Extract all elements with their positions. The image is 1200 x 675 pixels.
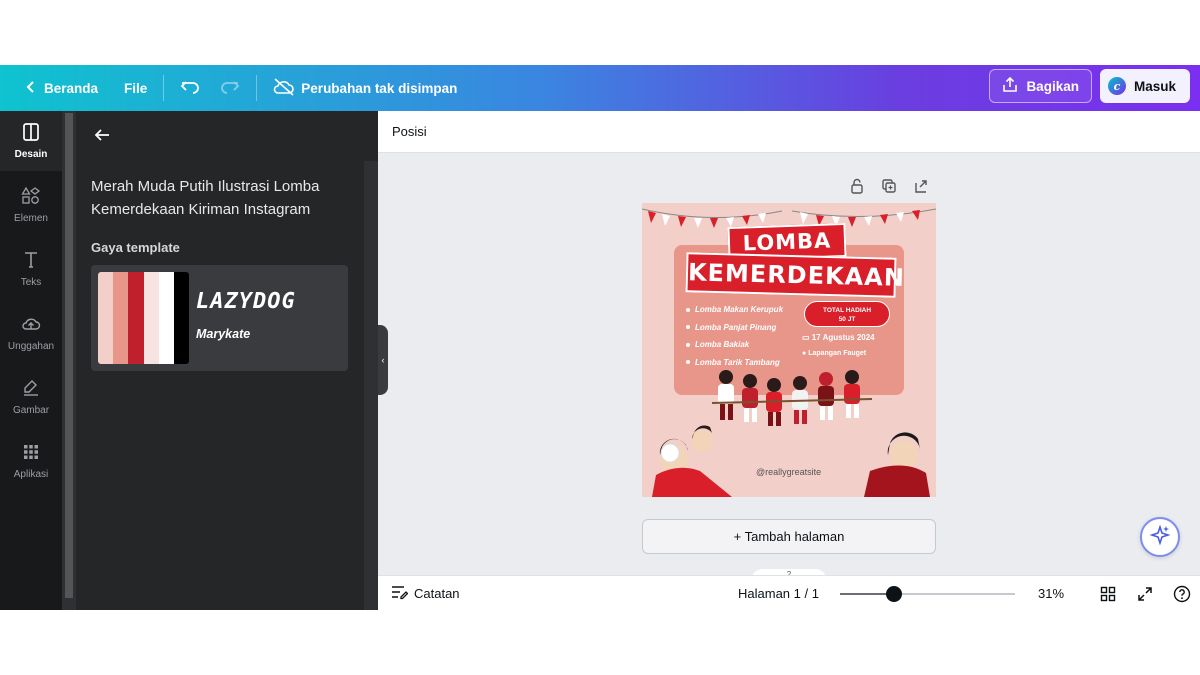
grid-view-icon[interactable] xyxy=(1098,584,1118,604)
page-counter[interactable]: Halaman 1 / 1 xyxy=(738,586,819,601)
notes-button[interactable]: Catatan xyxy=(390,584,460,603)
top-bar: Beranda File Perubahan tak disimpan Bagi… xyxy=(0,65,1200,111)
save-status-text: Perubahan tak disimpan xyxy=(301,80,458,96)
lock-icon[interactable] xyxy=(848,177,866,195)
chevron-left-icon: ‹ xyxy=(381,355,385,365)
home-label: Beranda xyxy=(44,80,99,96)
fullscreen-icon[interactable] xyxy=(1135,584,1155,604)
template-style-card[interactable]: LAZYDOG Marykate xyxy=(91,265,348,371)
swatch xyxy=(128,272,144,364)
rail-item-text[interactable]: Teks xyxy=(0,239,62,299)
share-button[interactable]: Bagikan xyxy=(989,69,1092,103)
back-arrow-icon[interactable] xyxy=(92,125,112,145)
top-bar-actions: Bagikan c Masuk xyxy=(989,69,1190,103)
zoom-slider[interactable] xyxy=(840,586,1015,602)
panel-scrollbar-right[interactable] xyxy=(364,161,378,610)
zoom-level[interactable]: 31% xyxy=(1038,586,1064,601)
home-button[interactable]: Beranda xyxy=(14,72,108,104)
apps-grid-icon xyxy=(21,442,41,465)
event-date-text: 17 Agustus 2024 xyxy=(811,333,875,342)
swatch xyxy=(143,272,159,364)
shapes-icon xyxy=(21,186,41,209)
share-icon xyxy=(1002,76,1018,96)
add-page-button[interactable]: + Tambah halaman xyxy=(642,519,936,554)
rail-label: Teks xyxy=(20,277,42,288)
login-label: Masuk xyxy=(1133,78,1176,94)
rail-label: Aplikasi xyxy=(13,469,49,480)
file-label: File xyxy=(124,80,148,96)
list-item: Lomba Makan Kerupuk xyxy=(686,301,783,319)
design-title-line2: KEMERDEKAAN xyxy=(685,252,905,298)
notes-label: Catatan xyxy=(414,586,460,601)
cloud-upload-icon xyxy=(21,314,41,337)
help-icon[interactable] xyxy=(1172,584,1192,604)
chevron-left-icon xyxy=(24,80,38,97)
list-item: Lomba Panjat Pinang xyxy=(686,319,783,337)
context-toolbar: Posisi xyxy=(378,111,1200,153)
redo-button[interactable] xyxy=(210,72,250,104)
draw-icon xyxy=(21,378,41,401)
rail-label: Desain xyxy=(14,149,48,160)
notes-icon xyxy=(390,584,409,603)
event-date: ▭ 17 Agustus 2024 xyxy=(802,333,875,342)
undo-icon xyxy=(180,77,200,100)
view-controls xyxy=(1098,584,1192,604)
rail-label: Elemen xyxy=(14,213,48,224)
sparkle-icon xyxy=(1149,523,1171,551)
rail-item-draw[interactable]: Gambar xyxy=(0,367,62,427)
login-button[interactable]: c Masuk xyxy=(1099,69,1190,103)
design-panel: Merah Muda Putih Ilustrasi Lomba Kemerde… xyxy=(62,111,378,610)
page-tools xyxy=(848,177,930,195)
event-location: ● Lapangan Fauget xyxy=(802,350,867,357)
layout-icon xyxy=(21,122,41,145)
rail-item-uploads[interactable]: Unggahan xyxy=(0,303,62,363)
side-rail: Desain Elemen Teks Unggahan Gambar Aplik… xyxy=(0,111,62,610)
cloud-off-icon xyxy=(273,77,295,99)
text-icon xyxy=(21,250,41,273)
template-title: Merah Muda Putih Ilustrasi Lomba Kemerde… xyxy=(91,178,320,218)
magic-assistant-button[interactable] xyxy=(1140,517,1180,557)
rail-item-elements[interactable]: Elemen xyxy=(0,175,62,235)
competition-list: Lomba Makan Kerupuk Lomba Panjat Pinang … xyxy=(686,301,783,371)
color-palette xyxy=(98,272,189,364)
swatch xyxy=(158,272,174,364)
design-page[interactable]: LOMBA KEMERDEKAAN Lomba Makan Kerupuk Lo… xyxy=(642,203,936,497)
style-font-main: LAZYDOG xyxy=(196,289,296,314)
canva-editor: Beranda File Perubahan tak disimpan Bagi… xyxy=(0,65,1200,610)
file-menu[interactable]: File xyxy=(114,72,157,104)
duplicate-icon[interactable] xyxy=(880,177,898,195)
style-font-sub: Marykate xyxy=(196,327,251,341)
canva-logo-icon: c xyxy=(1107,77,1126,95)
bottom-bar: Catatan Halaman 1 / 1 31% xyxy=(378,575,1200,610)
swatch xyxy=(113,272,129,364)
template-style-heading: Gaya template xyxy=(91,240,180,255)
rail-label: Unggahan xyxy=(7,341,55,352)
collapse-panel-handle[interactable]: ‹ xyxy=(378,325,388,395)
prize-label: TOTAL HADIAH xyxy=(822,307,872,314)
add-page-icon[interactable] xyxy=(912,177,930,195)
rail-label: Gambar xyxy=(12,405,50,416)
redo-icon xyxy=(220,77,240,100)
list-item: Lomba Bakiak xyxy=(686,336,783,354)
swatch xyxy=(173,272,189,364)
event-location-text: Lapangan Fauget xyxy=(808,350,867,357)
rail-item-design[interactable]: Desain xyxy=(0,111,62,171)
divider xyxy=(256,75,258,101)
panel-scrollbar[interactable] xyxy=(62,111,76,610)
prize-badge: TOTAL HADIAH 50 JT xyxy=(804,301,890,327)
scrollbar-thumb[interactable] xyxy=(65,113,73,598)
divider xyxy=(163,75,165,101)
rail-item-apps[interactable]: Aplikasi xyxy=(0,431,62,491)
position-button[interactable]: Posisi xyxy=(392,124,427,139)
swatch xyxy=(98,272,114,364)
share-label: Bagikan xyxy=(1026,78,1079,94)
undo-button[interactable] xyxy=(170,72,210,104)
zoom-slider-handle[interactable] xyxy=(886,586,902,602)
save-status[interactable]: Perubahan tak disimpan xyxy=(263,72,467,104)
social-handle: @reallygreatsite xyxy=(756,467,822,477)
prize-value: 50 JT xyxy=(838,316,856,323)
